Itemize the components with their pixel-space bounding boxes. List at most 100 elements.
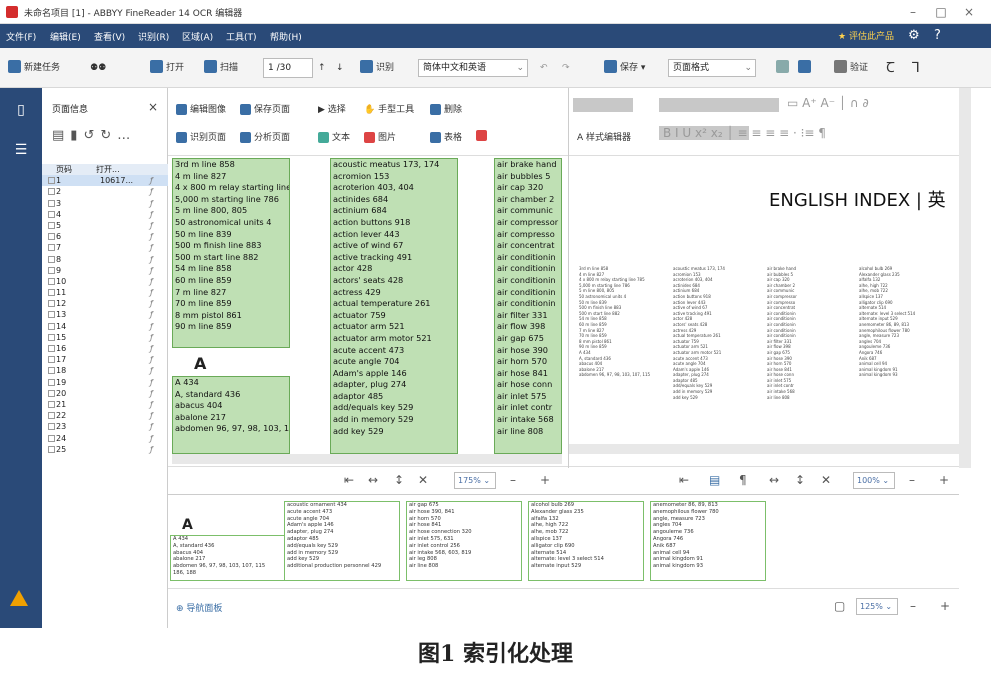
style-editor-button[interactable]: A 样式编辑器 [577,130,631,143]
checkbox-icon[interactable] [48,300,55,308]
close-icon[interactable]: × [148,100,158,114]
checkbox-icon[interactable] [48,423,55,431]
checkbox-icon[interactable] [48,233,55,241]
menu-recognize[interactable]: 识别(R) [138,30,169,43]
menu-file[interactable]: 文件(F) [6,30,36,43]
text-area-button[interactable]: 文本 [318,130,350,143]
page-row[interactable]: 19 ƒ [42,377,168,388]
page-down-icon[interactable]: ↓ [336,60,344,76]
fit-width-icon[interactable]: ↔ [368,473,378,487]
text-zone-col2[interactable]: acoustic meatus 173, 174 acromion 153 acro… [330,158,458,454]
users-icon[interactable]: ⚉⚉ [90,60,106,76]
checkbox-icon[interactable] [48,177,55,185]
layout-select[interactable]: 页面格式 ⌄ [668,59,756,77]
page-row[interactable]: 11 ƒ [42,287,168,298]
new-task-button[interactable]: 新建任务 [8,60,60,76]
zoom-column-3[interactable]: air gap 675 air hose 390, 841 air horn 570… [406,501,522,581]
save-page-button[interactable]: 保存页面 [240,102,290,115]
zoom-column-2[interactable]: acoustic ornament 434 acute accent 473 acu… [284,501,400,581]
fit-page-icon[interactable]: ✕ [821,473,831,487]
checkbox-icon[interactable] [48,367,55,375]
checkbox-icon[interactable] [48,378,55,386]
fit-page-icon[interactable]: ✕ [418,473,428,487]
hand-tool-button[interactable]: ✋ 手型工具 [364,102,414,115]
page-row[interactable]: 21 ƒ [42,399,168,410]
pages-icon[interactable]: ▯ [12,102,30,120]
page-row[interactable]: 16 ƒ [42,343,168,354]
zoom-column-1[interactable]: A 434 A, standard 436 abacus 404 abalone 21… [170,535,286,581]
page-view-icon[interactable]: ▢ [834,599,845,613]
zoom-out-icon[interactable]: – [910,599,916,613]
page-row[interactable]: 24 ƒ [42,433,168,444]
image-view-icon[interactable] [776,60,792,76]
page-row[interactable]: 6ƒ [42,231,168,242]
rotate-left-icon[interactable]: ↺ [83,128,100,143]
text-zone-col1b[interactable]: A 434 A, standard 436 abacus 404 abalone 21… [172,376,290,454]
minimize-button[interactable]: – [900,3,926,21]
page-row[interactable]: 5ƒ [42,220,168,231]
verify-button[interactable]: 验证 [834,60,868,76]
fit-height-icon[interactable]: ↕ [795,473,805,487]
checkbox-icon[interactable] [48,221,55,229]
close-button[interactable]: × [956,3,982,21]
maximize-button[interactable]: □ [928,3,954,21]
page-row[interactable]: 3ƒ [42,198,168,209]
zoom-in-icon[interactable]: + [940,599,950,613]
fit-width-icon[interactable]: ↔ [769,473,779,487]
checkbox-icon[interactable] [48,244,55,252]
checkbox-icon[interactable] [48,400,55,408]
image-hscrollbar[interactable] [172,454,562,464]
zoom-column-4[interactable]: alcohol bulb 269 Alexander glass 235 alfal… [528,501,644,581]
list-icon[interactable]: ☰ [12,142,30,160]
page-row[interactable]: 18 ƒ [42,365,168,376]
zoom-out-icon[interactable]: – [909,473,915,487]
menu-tools[interactable]: 工具(T) [226,30,257,43]
page-row[interactable]: 2ƒ [42,186,168,197]
page-row[interactable]: 17 ƒ [42,354,168,365]
page-row[interactable]: 4ƒ [42,209,168,220]
checkbox-icon[interactable] [48,322,55,330]
menu-view[interactable]: 查看(V) [94,30,125,43]
rotate-right-icon[interactable]: ↻ [100,128,117,143]
zoom-column-5[interactable]: anemometer 86, 89, 813 anemophilous flowe… [650,501,766,581]
scan-button[interactable]: 扫描 [204,60,238,76]
recognize-button[interactable]: 识别 [360,60,394,76]
export-icon[interactable]: ⅂ [912,60,920,76]
warning-icon[interactable] [10,590,28,606]
font-size-controls[interactable]: ▭ A⁺ A⁻ │ ∩ ∂ [787,96,869,110]
checkbox-icon[interactable] [48,389,55,397]
checkbox-icon[interactable] [48,199,55,207]
zoom-pane-select[interactable]: 125% ⌄ [856,598,898,615]
zoom-in-icon[interactable]: + [939,473,949,487]
delete-area-button[interactable]: 删除 [430,102,462,115]
page-row[interactable]: 15 ƒ [42,332,168,343]
checkbox-icon[interactable] [48,311,55,319]
help-icon[interactable]: ? [934,28,941,43]
grid-icon[interactable]: ▤ [52,128,70,143]
align-icon[interactable]: ⇤ [344,473,354,487]
page-up-icon[interactable]: ↑ [318,60,326,76]
checkbox-icon[interactable] [48,277,55,285]
text-vscrollbar[interactable] [959,88,971,468]
rate-product-link[interactable]: ★ 评估此产品 [838,29,894,42]
redo-icon[interactable]: ↷ [562,60,570,76]
page-row[interactable]: 13 ƒ [42,309,168,320]
checkbox-icon[interactable] [48,289,55,297]
fit-height-icon[interactable]: ↕ [394,473,404,487]
checkbox-icon[interactable] [48,445,55,453]
style-select[interactable] [659,98,779,112]
page-row[interactable]: 8ƒ [42,254,168,265]
page-number-field[interactable]: 1 /30 [263,58,313,78]
menu-edit[interactable]: 编辑(E) [50,30,81,43]
page-row[interactable]: 20 ƒ [42,388,168,399]
save-button[interactable]: 保存 ▾ [604,60,645,76]
recognize-page-button[interactable]: 识别页面 [176,130,226,143]
page-row[interactable]: 9ƒ [42,265,168,276]
language-select[interactable]: 简体中文和英语 ⌄ [418,59,528,77]
page-row[interactable]: 25 ƒ [42,444,168,455]
checkbox-icon[interactable] [48,255,55,263]
checkbox-icon[interactable] [48,412,55,420]
checkbox-icon[interactable] [48,188,55,196]
text-zone-col1[interactable]: 3rd m line 858 4 m line 827 4 x 800 m rela… [172,158,290,348]
edit-image-button[interactable]: 编辑图像 [176,102,226,115]
